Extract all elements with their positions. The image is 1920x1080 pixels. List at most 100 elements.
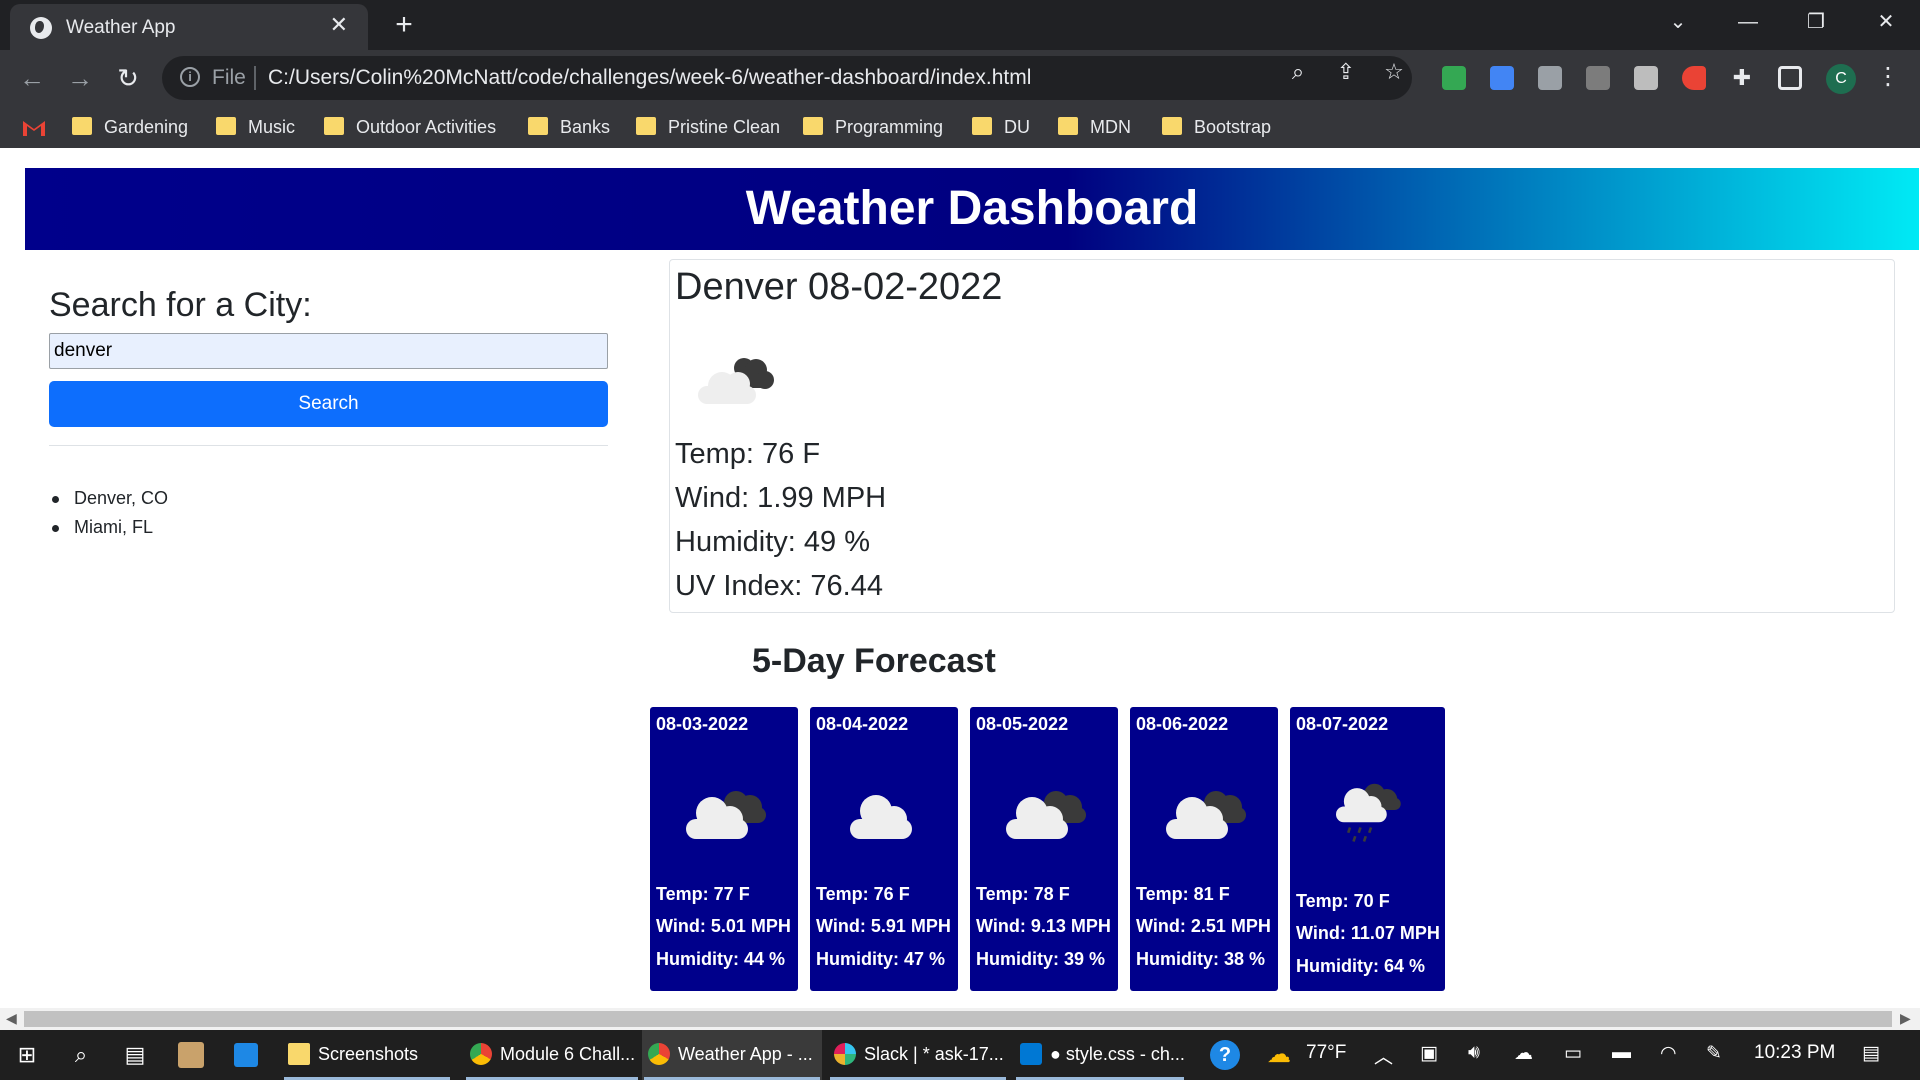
minimize-button[interactable]: —	[1714, 0, 1782, 44]
header-banner: Weather Dashboard	[25, 168, 1919, 250]
puzzle-icon[interactable]: ✚	[1728, 64, 1756, 92]
forecast-heading: 5-Day Forecast	[752, 642, 996, 680]
forecast-wind: Wind: 5.91 MPH	[816, 916, 951, 936]
url-scheme-label: File	[212, 66, 246, 89]
taskbar-app-screenshots[interactable]: Screenshots	[282, 1030, 452, 1080]
wifi-icon[interactable]: ◠	[1660, 1042, 1677, 1065]
search-icon[interactable]: ⌕	[66, 1040, 96, 1070]
display-icon[interactable]: ▭	[1564, 1042, 1582, 1065]
browser-tabbar: Weather App ✕ + ⌄ — ❐ ✕	[0, 0, 1920, 50]
sonos-icon[interactable]	[178, 1042, 204, 1068]
globe-icon	[30, 17, 52, 39]
forecast-temp: Temp: 77 F	[656, 884, 750, 904]
taskbar-app-chrome-weather[interactable]: Weather App - ...	[642, 1030, 822, 1080]
camera-icon[interactable]: ▣	[1420, 1042, 1438, 1065]
pen-icon[interactable]: ✎	[1706, 1042, 1722, 1065]
tab-close-button[interactable]: ✕	[330, 12, 348, 38]
folder-icon	[324, 117, 344, 135]
history-item[interactable]: Miami, FL	[50, 517, 168, 546]
forecast-card: 08-07-2022 Temp: 70 F Wind: 11.07 MPH Hu…	[1290, 707, 1445, 991]
forecast-card: 08-03-2022 Temp: 77 F Wind: 5.01 MPH Hum…	[650, 707, 798, 991]
forecast-temp: Temp: 78 F	[976, 884, 1070, 904]
current-wind: Wind: 1.99 MPH	[675, 482, 887, 514]
forecast-temp: Temp: 76 F	[816, 884, 910, 904]
clock-time[interactable]: 10:23 PM	[1754, 1042, 1835, 1064]
browser-toolbar: ← → ↻ i File C:/Users/Colin%20McNatt/cod…	[0, 50, 1920, 106]
forecast-humidity: Humidity: 38 %	[1136, 949, 1266, 969]
weather-temperature[interactable]: 77°F	[1306, 1042, 1346, 1064]
notifications-icon[interactable]: ▤	[1862, 1042, 1880, 1065]
forward-arrow-icon[interactable]: →	[64, 62, 96, 94]
current-humidity: Humidity: 49 %	[675, 526, 871, 558]
forecast-humidity: Humidity: 64 %	[1296, 956, 1426, 976]
new-tab-button[interactable]: +	[386, 7, 422, 43]
browser-tab-weather-app[interactable]: Weather App ✕	[10, 4, 368, 50]
rain-icon	[1336, 783, 1401, 842]
cloud-icon	[850, 795, 912, 839]
extension-grey-icon[interactable]	[1538, 66, 1562, 90]
window-close-button[interactable]: ✕	[1852, 0, 1920, 44]
url-text[interactable]: C:/Users/Colin%20McNatt/code/challenges/…	[268, 66, 1031, 90]
taskbar-app-slack[interactable]: Slack | * ask-17...	[828, 1030, 1008, 1080]
scroll-right-icon[interactable]: ▶	[1900, 1010, 1911, 1027]
share-icon[interactable]: ⇪	[1332, 58, 1360, 86]
profile-avatar[interactable]: C	[1826, 64, 1856, 94]
extension-mail-icon[interactable]	[1442, 66, 1466, 90]
task-view-icon[interactable]: ▤	[120, 1040, 150, 1070]
windows-taskbar: ⊞ ⌕ ▤ Screenshots Module 6 Chall... Weat…	[0, 1030, 1920, 1080]
current-uv-index: UV Index: 76.44	[675, 570, 883, 602]
tray-chevron-icon[interactable]: ︿	[1374, 1042, 1393, 1069]
back-arrow-icon[interactable]: ←	[16, 62, 48, 94]
extension-red-icon[interactable]	[1682, 66, 1706, 90]
help-icon[interactable]: ?	[1210, 1040, 1240, 1070]
zoom-icon[interactable]: ⌕	[1284, 58, 1312, 86]
chrome-icon	[470, 1043, 492, 1065]
scrollbar-thumb[interactable]	[24, 1011, 1892, 1027]
menu-dots-icon[interactable]: ⋮	[1876, 62, 1900, 91]
folder-icon	[1058, 117, 1078, 135]
tab-search-chevron-icon[interactable]: ⌄	[1644, 0, 1712, 44]
search-history-list: Denver, CO Miami, FL	[50, 488, 168, 546]
sidebar-icon[interactable]	[1778, 66, 1802, 90]
restore-button[interactable]: ❐	[1782, 0, 1850, 44]
forecast-card: 08-05-2022 Temp: 78 F Wind: 9.13 MPH Hum…	[970, 707, 1118, 991]
chrome-icon	[648, 1043, 670, 1065]
page-content: Weather Dashboard Search for a City: Sea…	[0, 148, 1920, 1008]
forecast-date: 08-03-2022	[656, 714, 749, 734]
folder-icon	[1162, 117, 1182, 135]
store-icon[interactable]	[234, 1043, 258, 1067]
current-temp: Temp: 76 F	[675, 438, 821, 470]
windows-start-icon[interactable]: ⊞	[12, 1040, 42, 1070]
bookmark-star-icon[interactable]: ☆	[1380, 58, 1408, 86]
history-item[interactable]: Denver, CO	[50, 488, 168, 517]
info-icon[interactable]: i	[180, 67, 200, 87]
broken-clouds-icon	[686, 791, 766, 839]
slack-icon	[834, 1043, 856, 1065]
battery-icon[interactable]: ▬	[1612, 1042, 1631, 1064]
forecast-wind: Wind: 2.51 MPH	[1136, 916, 1271, 936]
extension-tool-icon[interactable]	[1586, 66, 1610, 90]
bookmarks-bar: Gardening Music Outdoor Activities Banks…	[0, 106, 1920, 148]
horizontal-scrollbar[interactable]: ◀ ▶	[0, 1008, 1920, 1030]
extension-light-icon[interactable]	[1634, 66, 1658, 90]
scroll-left-icon[interactable]: ◀	[6, 1010, 17, 1027]
forecast-humidity: Humidity: 44 %	[656, 949, 786, 969]
current-weather-card: Denver 08-02-2022 Temp: 76 F Wind: 1.99 …	[669, 259, 1895, 613]
onedrive-icon[interactable]: ☁	[1514, 1042, 1533, 1065]
address-bar[interactable]: i File C:/Users/Colin%20McNatt/code/chal…	[162, 56, 1412, 100]
extension-blue-icon[interactable]	[1490, 66, 1514, 90]
forecast-card: 08-04-2022 Temp: 76 F Wind: 5.91 MPH Hum…	[810, 707, 958, 991]
forecast-date: 08-07-2022	[1296, 714, 1389, 734]
reload-icon[interactable]: ↻	[112, 62, 144, 94]
gmail-icon[interactable]	[22, 119, 46, 137]
volume-icon[interactable]: 🔊︎	[1468, 1042, 1480, 1064]
vscode-icon	[1020, 1043, 1042, 1065]
taskbar-app-vscode[interactable]: ● style.css - ch...	[1014, 1030, 1186, 1080]
search-button[interactable]: Search	[49, 381, 608, 427]
taskbar-app-chrome-module6[interactable]: Module 6 Chall...	[464, 1030, 640, 1080]
folder-icon	[636, 117, 656, 135]
weather-cloud-sun-icon[interactable]: ☁	[1264, 1040, 1294, 1070]
current-city-date: Denver 08-02-2022	[675, 266, 1003, 308]
forecast-card: 08-06-2022 Temp: 81 F Wind: 2.51 MPH Hum…	[1130, 707, 1278, 991]
city-search-input[interactable]	[49, 333, 608, 369]
